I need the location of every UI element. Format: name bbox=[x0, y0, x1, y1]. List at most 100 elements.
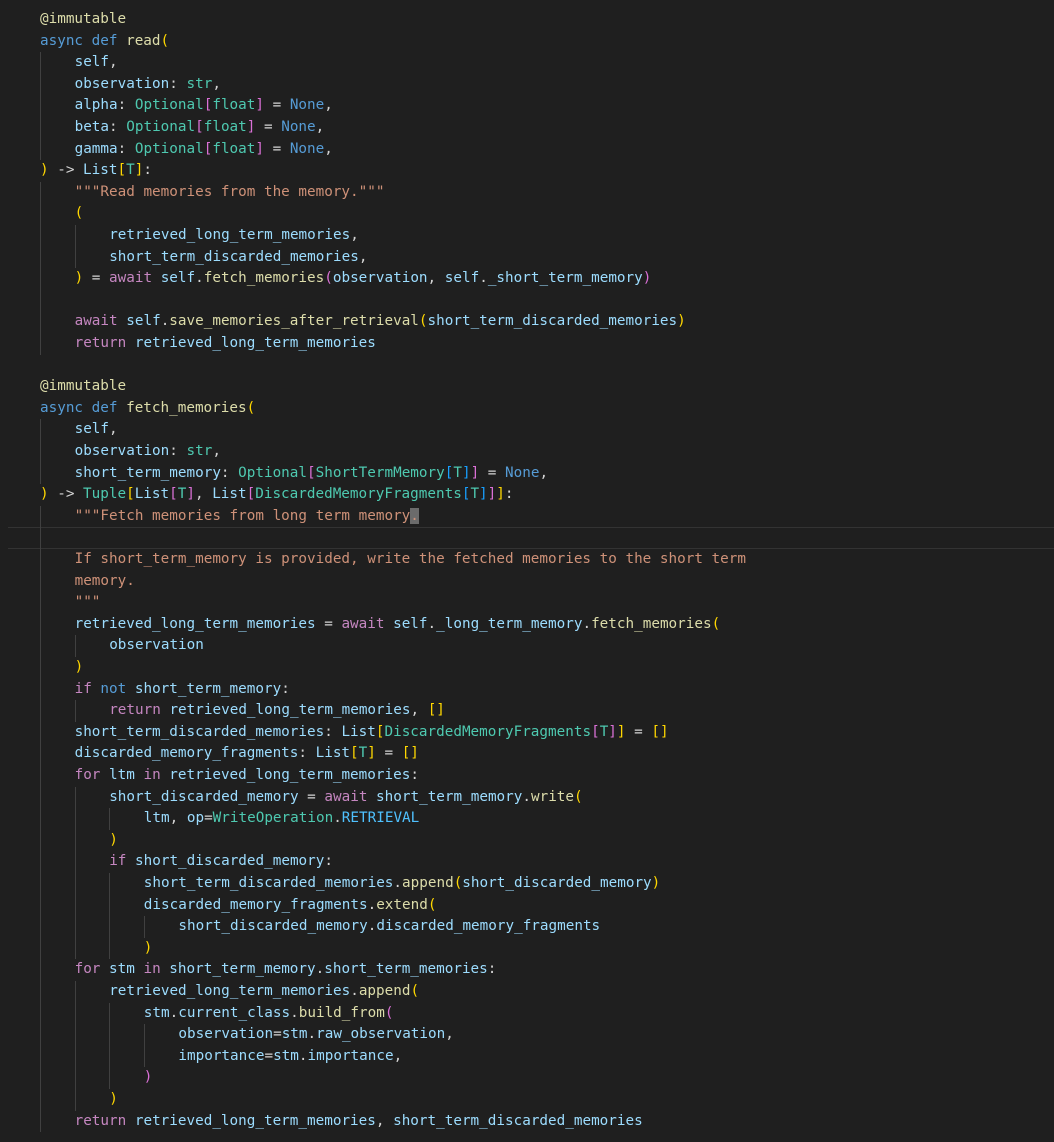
code-line[interactable]: short_discarded_memory.discarded_memory_… bbox=[0, 916, 1054, 938]
code-token: for bbox=[74, 961, 101, 978]
indent-guide bbox=[40, 1045, 41, 1068]
code-line[interactable]: stm.current_class.build_from( bbox=[0, 1002, 1054, 1025]
code-line[interactable]: ) bbox=[0, 1089, 1054, 1111]
code-line[interactable]: ) -> List[T]: bbox=[0, 160, 1054, 182]
code-line[interactable]: for stm in short_term_memory.short_term_… bbox=[0, 959, 1054, 981]
code-line[interactable]: observation bbox=[0, 635, 1054, 657]
code-line[interactable]: async def read( bbox=[0, 31, 1054, 53]
code-token: , bbox=[393, 1047, 403, 1064]
code-token: async bbox=[40, 32, 84, 49]
code-line[interactable]: if not short_term_memory: bbox=[0, 678, 1054, 701]
code-line[interactable]: retrieved_long_term_memories = await sel… bbox=[0, 613, 1054, 636]
indent-guide bbox=[40, 73, 41, 96]
code-editor[interactable]: @immutable async def read(self, observatio… bbox=[0, 0, 1054, 1142]
code-line[interactable]: alpha: Optional[float] = None, bbox=[0, 95, 1054, 117]
code-line[interactable]: importance=stm.importance, bbox=[0, 1045, 1054, 1068]
indent-guide bbox=[109, 1024, 111, 1046]
code-token: [ bbox=[126, 486, 135, 503]
code-token: , bbox=[445, 1026, 454, 1043]
indent-guide bbox=[74, 1045, 76, 1068]
indent-guide bbox=[109, 1002, 111, 1025]
code-line[interactable]: gamma: Optional[float] = None, bbox=[0, 138, 1054, 161]
code-line[interactable]: """Read memories from the memory.""" bbox=[0, 181, 1054, 204]
code-token: : bbox=[169, 443, 187, 459]
code-token: , bbox=[358, 248, 368, 265]
code-line[interactable]: short_term_memory: Optional[ShortTermMem… bbox=[0, 462, 1054, 485]
indent-guide bbox=[74, 894, 76, 917]
code-line[interactable]: observation: str, bbox=[0, 441, 1054, 463]
code-line[interactable]: ) bbox=[0, 1067, 1054, 1089]
code-line[interactable]: ) = await self.fetch_memories(observatio… bbox=[0, 268, 1054, 290]
indent-guide bbox=[40, 333, 41, 355]
code-token: Optional bbox=[126, 119, 196, 135]
code-line[interactable]: @immutable bbox=[0, 9, 1054, 31]
code-token: retrieved_long_term_memories bbox=[134, 1112, 376, 1129]
code-line[interactable]: self, bbox=[0, 52, 1054, 74]
code-token: None bbox=[289, 97, 325, 114]
code-line[interactable]: observation: str, bbox=[0, 73, 1054, 96]
code-text: await self.save_memories_after_retrieval… bbox=[75, 311, 686, 333]
code-line[interactable] bbox=[8, 527, 1054, 549]
code-token: save_memories_after_retrieval bbox=[169, 313, 419, 330]
code-line[interactable]: short_term_discarded_memories.append(sho… bbox=[0, 873, 1054, 895]
code-line[interactable]: discarded_memory_fragments: List[T] = [] bbox=[0, 743, 1054, 765]
code-line[interactable]: discarded_memory_fragments.extend( bbox=[0, 894, 1054, 917]
indent-guide bbox=[40, 505, 41, 528]
code-text: return retrieved_long_term_memories, [] bbox=[109, 700, 445, 722]
code-token: stm bbox=[281, 1026, 308, 1043]
code-line[interactable]: ) bbox=[0, 657, 1054, 679]
code-token: memory. bbox=[74, 572, 135, 589]
code-token: gamma bbox=[74, 140, 118, 157]
code-line[interactable]: memory. bbox=[0, 570, 1054, 593]
code-line[interactable]: self, bbox=[0, 419, 1054, 441]
code-token: . bbox=[367, 896, 377, 913]
code-text: ) -> List[T]: bbox=[40, 160, 152, 182]
code-token: = bbox=[479, 464, 506, 481]
code-line[interactable]: short_discarded_memory = await short_ter… bbox=[0, 786, 1054, 809]
code-line[interactable]: ) -> Tuple[List[T], List[DiscardedMemory… bbox=[0, 484, 1054, 506]
code-text: ltm, op=WriteOperation.RETRIEVAL bbox=[144, 808, 419, 830]
code-line[interactable]: """ bbox=[0, 592, 1054, 614]
code-line[interactable]: beta: Optional[float] = None, bbox=[0, 117, 1054, 139]
code-line[interactable]: return retrieved_long_term_memories, sho… bbox=[0, 1110, 1054, 1133]
code-token: await bbox=[109, 270, 153, 287]
code-line[interactable]: ltm, op=WriteOperation.RETRIEVAL bbox=[0, 808, 1054, 830]
code-line[interactable]: observation=stm.raw_observation, bbox=[0, 1024, 1054, 1046]
code-line[interactable]: if short_discarded_memory: bbox=[0, 851, 1054, 873]
code-text: ) bbox=[109, 1089, 118, 1111]
indent-guide bbox=[74, 225, 76, 247]
code-token: beta bbox=[74, 119, 110, 135]
code-token: retrieved_long_term_memories bbox=[169, 702, 411, 719]
code-line[interactable]: ( bbox=[0, 203, 1054, 225]
code-text: retrieved_long_term_memories = await sel… bbox=[75, 614, 721, 636]
code-line[interactable]: await self.save_memories_after_retrieval… bbox=[0, 311, 1054, 333]
code-line[interactable]: retrieved_long_term_memories.append( bbox=[0, 981, 1054, 1003]
code-line[interactable]: If short_term_memory is provided, write … bbox=[0, 549, 1054, 571]
code-token: = bbox=[264, 1047, 274, 1064]
code-line[interactable]: """Fetch memories from long term memory. bbox=[0, 505, 1054, 528]
code-text: ) -> Tuple[List[T], List[DiscardedMemory… bbox=[40, 484, 513, 506]
code-text: observation=stm.raw_observation, bbox=[178, 1024, 453, 1046]
code-line[interactable]: short_term_discarded_memories: List [Disc… bbox=[0, 721, 1054, 744]
code-line[interactable]: for ltm in retrieved_long_term_memories: bbox=[0, 765, 1054, 787]
code-line[interactable]: return retrieved_long_term_memories, [] bbox=[0, 700, 1054, 722]
code-token: , bbox=[212, 75, 221, 92]
code-line[interactable]: retrieved_long_term_memories, bbox=[0, 225, 1054, 247]
code-token: : bbox=[117, 97, 135, 114]
code-text: short_discarded_memory = await short_ter… bbox=[109, 787, 582, 809]
code-token: self bbox=[444, 270, 480, 287]
code-token: if bbox=[74, 680, 92, 697]
code-line[interactable] bbox=[0, 355, 1054, 377]
code-token: T bbox=[453, 464, 462, 481]
code-line[interactable] bbox=[0, 289, 1054, 312]
code-line[interactable]: return retrieved_long_term_memories bbox=[0, 333, 1054, 355]
code-line[interactable]: ) bbox=[0, 937, 1054, 960]
code-line[interactable]: short_term_discarded_memories, bbox=[0, 246, 1054, 269]
code-token: , bbox=[109, 54, 118, 71]
code-line[interactable]: ) bbox=[0, 829, 1054, 852]
code-line[interactable]: @immutable bbox=[0, 376, 1054, 398]
code-token: ShortTermMemory bbox=[315, 464, 445, 481]
code-text: async def read( bbox=[40, 31, 169, 53]
code-line[interactable]: async def fetch_memories( bbox=[0, 398, 1054, 420]
